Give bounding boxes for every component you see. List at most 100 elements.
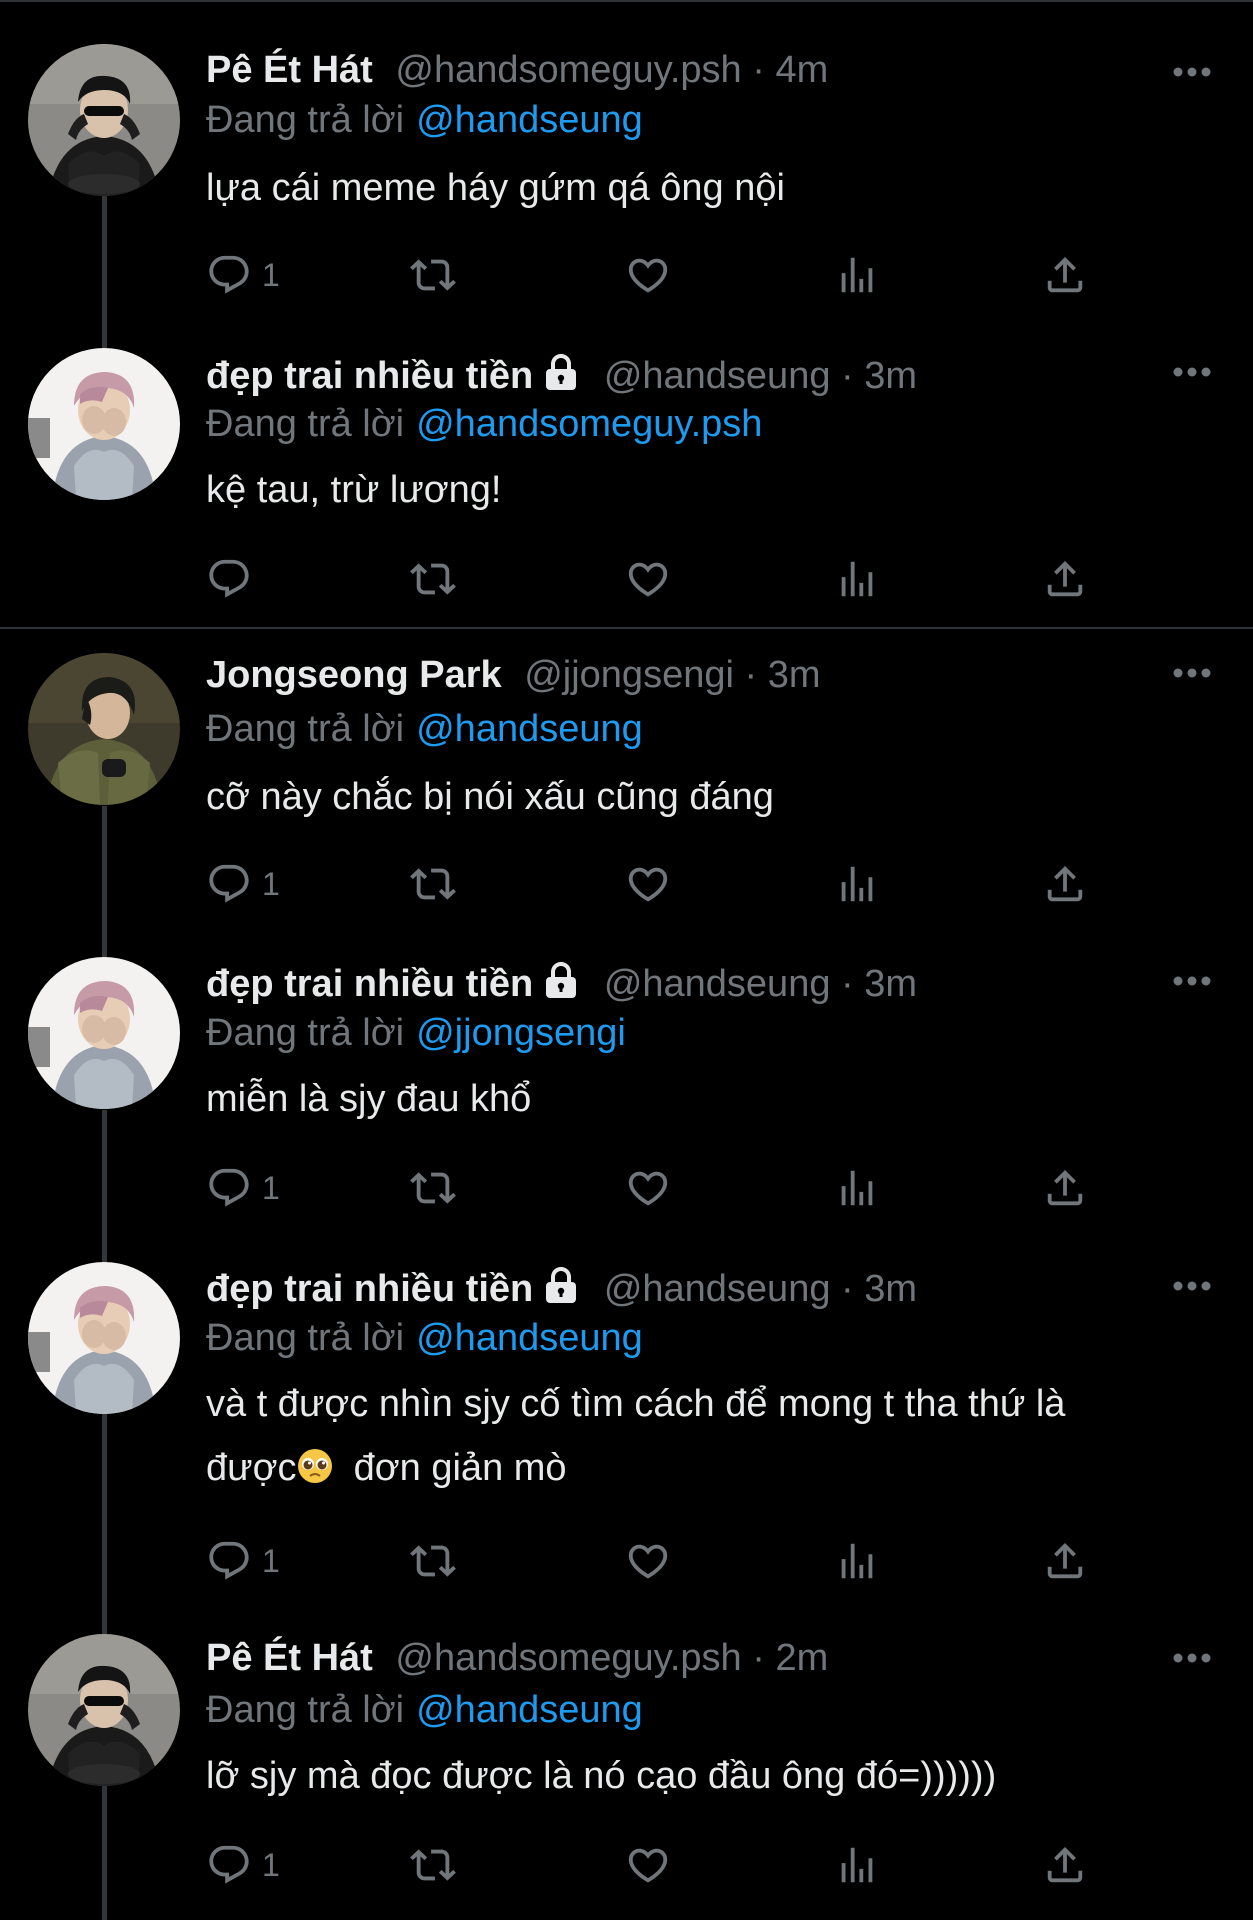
display-name[interactable]: Jongseong Park [206, 654, 502, 696]
heart-icon [625, 1538, 671, 1584]
views-icon [834, 1165, 880, 1211]
views-button[interactable] [834, 859, 880, 909]
avatar[interactable] [28, 1634, 180, 1786]
separator-dot: · [841, 1268, 854, 1310]
like-button[interactable] [625, 1536, 671, 1586]
like-button[interactable] [625, 554, 671, 604]
more-icon[interactable] [1172, 66, 1212, 78]
display-name[interactable]: Pê Ét Hát [206, 1637, 373, 1679]
more-icon[interactable] [1172, 667, 1212, 679]
display-name[interactable]: đẹp trai nhiều tiền [206, 963, 533, 1005]
tweet[interactable]: Jongseong Park @jjongsengi · 3m Đang trả… [0, 653, 1253, 913]
replying-to: Đang trả lời @handseung [206, 705, 643, 753]
top-divider [0, 0, 1253, 2]
share-button[interactable] [1042, 250, 1088, 300]
more-icon[interactable] [1172, 366, 1212, 378]
views-button[interactable] [834, 554, 880, 604]
more-icon[interactable] [1172, 1280, 1212, 1292]
pleading-face-emoji [297, 1448, 333, 1484]
retweet-button[interactable] [410, 554, 456, 604]
tweet[interactable]: đẹp trai nhiều tiền @handseung · 3m Đang… [0, 1262, 1253, 1592]
like-button[interactable] [625, 859, 671, 909]
share-button[interactable] [1042, 859, 1088, 909]
tweet-actions: 1 [206, 859, 1106, 909]
views-button[interactable] [834, 1163, 880, 1213]
avatar[interactable] [28, 957, 180, 1109]
views-button[interactable] [834, 250, 880, 300]
reply-button[interactable]: 1 [206, 250, 280, 300]
tweet-text: lựa cái meme háy gứm qá ông nội [206, 167, 785, 209]
like-button[interactable] [625, 1163, 671, 1213]
tweet[interactable]: đẹp trai nhiều tiền @handseung · 3m Đang… [0, 348, 1253, 608]
replying-to-handle[interactable]: @jjongsengi [416, 1012, 626, 1054]
share-button[interactable] [1042, 1840, 1088, 1890]
reply-button[interactable]: 1 [206, 1163, 280, 1213]
tweet-text-line: và t được nhìn sjy cố tìm cách để mong t… [206, 1383, 1066, 1425]
retweet-button[interactable] [410, 250, 456, 300]
tweet-actions: 1 [206, 1840, 1106, 1890]
tweet[interactable]: đẹp trai nhiều tiền @handseung · 3m Đang… [0, 957, 1253, 1217]
lock-icon [541, 960, 581, 1000]
like-button[interactable] [625, 1840, 671, 1890]
views-icon [834, 1842, 880, 1888]
share-icon [1042, 1165, 1088, 1211]
reply-button[interactable]: 1 [206, 859, 280, 909]
share-button[interactable] [1042, 1536, 1088, 1586]
user-handle[interactable]: @jjongsengi [524, 654, 734, 696]
replying-to-label: Đang trả lời [206, 403, 405, 445]
replying-to: Đang trả lời @handseung [206, 96, 643, 144]
tweet-text: lỡ sjy mà đọc được là nó cạo đầu ông đó=… [206, 1755, 997, 1797]
reply-button[interactable] [206, 554, 262, 604]
replying-to: Đang trả lời @handseung [206, 1314, 643, 1362]
replying-to-handle[interactable]: @handseung [416, 1317, 643, 1359]
timestamp[interactable]: 3m [864, 1268, 917, 1310]
like-button[interactable] [625, 250, 671, 300]
share-button[interactable] [1042, 554, 1088, 604]
retweet-icon [410, 252, 456, 298]
replying-to-label: Đang trả lời [206, 1317, 405, 1359]
display-name[interactable]: đẹp trai nhiều tiền [206, 1268, 533, 1310]
retweet-button[interactable] [410, 859, 456, 909]
replying-to-label: Đang trả lời [206, 1689, 405, 1731]
share-button[interactable] [1042, 1163, 1088, 1213]
reply-count: 1 [262, 256, 280, 293]
reply-button[interactable]: 1 [206, 1840, 280, 1890]
user-handle[interactable]: @handseung [604, 1268, 831, 1310]
tweet-header: Jongseong Park @jjongsengi · 3m [206, 649, 821, 701]
avatar[interactable] [28, 348, 180, 500]
timestamp[interactable]: 2m [775, 1637, 828, 1679]
tweet-actions: 1 [206, 1163, 1106, 1213]
replying-to: Đang trả lời @jjongsengi [206, 1009, 626, 1057]
avatar[interactable] [28, 44, 180, 196]
tweet[interactable]: Pê Ét Hát @handsomeguy.psh · 4m Đang trả… [0, 44, 1253, 304]
replying-to-handle[interactable]: @handsomeguy.psh [416, 403, 762, 445]
user-handle[interactable]: @handsomeguy.psh [395, 49, 741, 91]
more-icon[interactable] [1172, 975, 1212, 987]
reply-count: 1 [262, 1846, 280, 1883]
timestamp[interactable]: 3m [864, 355, 917, 397]
timestamp[interactable]: 4m [775, 49, 828, 91]
more-icon[interactable] [1172, 1652, 1212, 1664]
retweet-button[interactable] [410, 1840, 456, 1890]
avatar[interactable] [28, 653, 180, 805]
replying-to-handle[interactable]: @handseung [416, 1689, 643, 1731]
avatar[interactable] [28, 1262, 180, 1414]
reply-button[interactable]: 1 [206, 1536, 280, 1586]
views-button[interactable] [834, 1536, 880, 1586]
display-name[interactable]: đẹp trai nhiều tiền [206, 355, 533, 397]
display-name[interactable]: Pê Ét Hát [206, 49, 373, 91]
tweet-actions: 1 [206, 1536, 1106, 1586]
separator-dot: · [841, 355, 854, 397]
views-button[interactable] [834, 1840, 880, 1890]
timestamp[interactable]: 3m [864, 963, 917, 1005]
replying-to-handle[interactable]: @handseung [416, 99, 643, 141]
timestamp[interactable]: 3m [768, 654, 821, 696]
user-handle[interactable]: @handsomeguy.psh [395, 1637, 741, 1679]
retweet-button[interactable] [410, 1536, 456, 1586]
user-handle[interactable]: @handseung [604, 963, 831, 1005]
separator-dot: · [752, 1637, 765, 1679]
user-handle[interactable]: @handseung [604, 355, 831, 397]
tweet[interactable]: Pê Ét Hát @handsomeguy.psh · 2m Đang trả… [0, 1634, 1253, 1904]
retweet-button[interactable] [410, 1163, 456, 1213]
replying-to-handle[interactable]: @handseung [416, 708, 643, 750]
